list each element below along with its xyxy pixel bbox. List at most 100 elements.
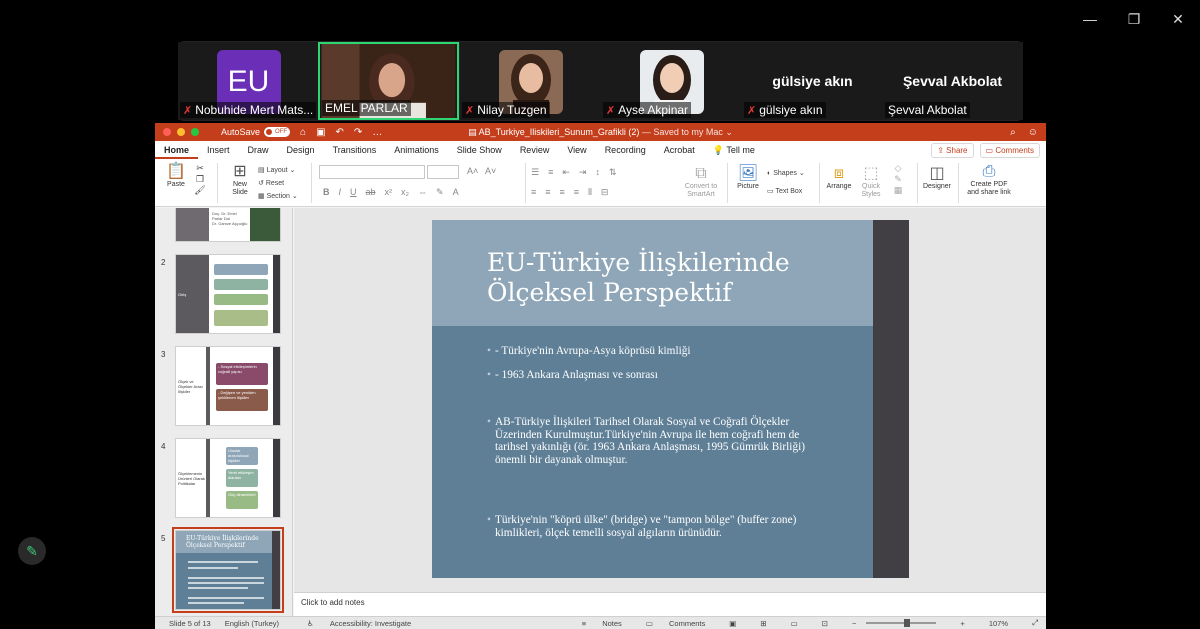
tab-home[interactable]: Home: [155, 141, 199, 159]
font-size-input[interactable]: [427, 165, 459, 179]
paste-button[interactable]: 📋 Paste: [163, 163, 189, 189]
text-direction-icon[interactable]: ⇅: [609, 167, 617, 178]
slide-bullet[interactable]: Türkiye'nin "köprü ülke" (bridge) ve "ta…: [487, 514, 815, 539]
copy-icon[interactable]: ❐: [193, 174, 207, 185]
subscript-icon[interactable]: x₂: [401, 187, 409, 198]
layout-button[interactable]: ▤ Layout ⌄: [258, 164, 298, 177]
participant-tile-ayse[interactable]: ✗ Ayse Akpinar: [601, 42, 742, 120]
bullets-icon[interactable]: ☰: [531, 167, 539, 178]
slide-sorter-icon[interactable]: ⊞: [760, 619, 766, 628]
superscript-icon[interactable]: x²: [385, 187, 393, 198]
zoom-level[interactable]: 107%: [989, 619, 1008, 628]
numbering-icon[interactable]: ≡: [548, 167, 553, 178]
account-icon[interactable]: ☺: [1028, 127, 1038, 138]
section-button[interactable]: ▦ Section ⌄: [258, 190, 298, 203]
columns-icon[interactable]: ⫴: [588, 187, 592, 198]
shape-effects-icon[interactable]: ▦: [889, 185, 907, 196]
minimize-dot-icon[interactable]: [177, 128, 185, 136]
more-icon[interactable]: …: [372, 127, 382, 138]
zoom-in-icon[interactable]: +: [960, 619, 964, 628]
align-left-icon[interactable]: ≡: [531, 187, 536, 198]
comments-toggle[interactable]: ▭ Comments: [646, 619, 705, 628]
participant-tile-nobuhide[interactable]: EU ✗ Nobuhide Mert Mats...: [178, 42, 319, 120]
restore-icon[interactable]: ❐: [1112, 8, 1156, 30]
justify-icon[interactable]: ≡: [574, 187, 579, 198]
notes-pane[interactable]: Click to add notes: [294, 592, 1046, 616]
text-box-button[interactable]: ▭ Text Box: [767, 183, 805, 201]
annotate-pen-icon[interactable]: ✎: [18, 537, 46, 565]
slide-bullet[interactable]: - Türkiye'nin Avrupa-Asya köprüsü kimliğ…: [487, 345, 815, 358]
slide-thumbnail-panel[interactable]: Doç. Dr. Emel Parlar Dal Dr. Gamze Aşçıo…: [155, 208, 293, 616]
comments-button[interactable]: ▭ Comments: [979, 143, 1040, 158]
cut-icon[interactable]: ✂: [193, 163, 207, 174]
slide-title[interactable]: EU-Türkiye İlişkilerinde Ölçeksel Perspe…: [487, 248, 847, 308]
character-spacing-icon[interactable]: ⇔: [418, 187, 427, 198]
tab-view[interactable]: View: [558, 141, 595, 159]
tab-design[interactable]: Design: [278, 141, 324, 159]
tab-transitions[interactable]: Transitions: [324, 141, 386, 159]
decrease-font-icon[interactable]: A˅: [485, 166, 496, 176]
shapes-button[interactable]: ◐ Shapes ⌄: [767, 165, 805, 183]
redo-icon[interactable]: ↷: [354, 127, 362, 138]
reset-button[interactable]: ↺ Reset: [258, 177, 298, 190]
create-pdf-button[interactable]: ⎙ Create PDF and share link: [963, 163, 1015, 197]
minimize-icon[interactable]: —: [1068, 8, 1112, 30]
slide-thumbnail-5[interactable]: EU-Türkiye İlişkilerinde Ölçeksel Perspe…: [172, 527, 284, 613]
zoom-out-icon[interactable]: −: [852, 619, 856, 628]
align-text-icon[interactable]: ⊟: [601, 187, 609, 198]
slide-thumbnail-1[interactable]: Doç. Dr. Emel Parlar Dal Dr. Gamze Aşçıo…: [175, 208, 281, 242]
increase-indent-icon[interactable]: ⇥: [579, 167, 587, 178]
picture-button[interactable]: 🖼 Picture: [733, 165, 763, 191]
undo-icon[interactable]: ↶: [336, 127, 344, 138]
tab-recording[interactable]: Recording: [596, 141, 655, 159]
slide-thumbnail-4[interactable]: Ölçeklemenin Ürünleri Olarak Politikalar…: [175, 438, 281, 518]
slide-editing-pane[interactable]: EU-Türkiye İlişkilerinde Ölçeksel Perspe…: [294, 208, 1046, 592]
italic-icon[interactable]: I: [339, 187, 342, 198]
notes-toggle[interactable]: ≡ Notes: [582, 619, 622, 628]
tab-draw[interactable]: Draw: [239, 141, 278, 159]
designer-button[interactable]: ◫ Designer: [921, 165, 953, 191]
slide-thumbnail-3[interactable]: Ölçek ve Ölçekler Arası İlişkiler - Sosy…: [175, 346, 281, 426]
zoom-slider[interactable]: [866, 619, 937, 627]
bold-icon[interactable]: B: [323, 187, 330, 198]
tab-insert[interactable]: Insert: [198, 141, 239, 159]
tab-acrobat[interactable]: Acrobat: [655, 141, 704, 159]
tab-review[interactable]: Review: [511, 141, 559, 159]
highlight-icon[interactable]: ✎: [436, 187, 444, 198]
tell-me-search[interactable]: 💡 Tell me: [704, 141, 764, 159]
arrange-button[interactable]: ⧈ Arrange: [823, 165, 855, 191]
quick-styles-button[interactable]: ⬚ Quick Styles: [858, 165, 884, 199]
search-icon[interactable]: ⌕: [1010, 127, 1016, 138]
increase-font-icon[interactable]: A˄: [467, 166, 478, 176]
close-dot-icon[interactable]: [163, 128, 171, 136]
shape-outline-icon[interactable]: ✎: [889, 174, 907, 185]
save-icon[interactable]: ▣: [316, 127, 325, 138]
current-slide[interactable]: EU-Türkiye İlişkilerinde Ölçeksel Perspe…: [432, 220, 909, 578]
autosave-control[interactable]: AutoSave OFF: [221, 127, 291, 137]
line-spacing-icon[interactable]: ↕: [595, 167, 600, 178]
home-icon[interactable]: ⌂: [300, 127, 306, 138]
participant-tile-gulsiye[interactable]: gülsiye akın ✗ gülsiye akın: [742, 42, 883, 120]
fit-slide-icon[interactable]: ⤢: [1032, 618, 1038, 628]
new-slide-button[interactable]: ⊞ New Slide: [225, 163, 255, 197]
slide-bullet[interactable]: - 1963 Ankara Anlaşması ve sonrası: [487, 369, 815, 382]
language-indicator[interactable]: English (Turkey): [225, 619, 279, 628]
slideshow-view-icon[interactable]: ⊡: [822, 619, 828, 628]
reading-view-icon[interactable]: ▭: [791, 619, 798, 628]
font-name-input[interactable]: [319, 165, 425, 179]
underline-icon[interactable]: U: [350, 187, 357, 198]
decrease-indent-icon[interactable]: ⇤: [562, 167, 570, 178]
shape-fill-icon[interactable]: ◇: [889, 163, 907, 174]
close-icon[interactable]: ✕: [1156, 8, 1200, 30]
strikethrough-icon[interactable]: ab: [366, 187, 376, 198]
tab-slide-show[interactable]: Slide Show: [448, 141, 511, 159]
share-button[interactable]: ⇪ Share: [931, 143, 974, 158]
autosave-toggle[interactable]: OFF: [264, 127, 291, 137]
slide-bullet[interactable]: AB-Türkiye İlişkileri Tarihsel Olarak So…: [487, 416, 815, 466]
accessibility-indicator[interactable]: ♿ Accessibility: Investigate: [293, 619, 411, 628]
zoom-dot-icon[interactable]: [191, 128, 199, 136]
tab-animations[interactable]: Animations: [385, 141, 448, 159]
normal-view-icon[interactable]: ▣: [729, 619, 736, 628]
participant-tile-emel[interactable]: EMEL PARLAR: [318, 42, 459, 120]
participant-tile-sevval[interactable]: Şevval Akbolat Şevval Akbolat: [882, 42, 1023, 120]
